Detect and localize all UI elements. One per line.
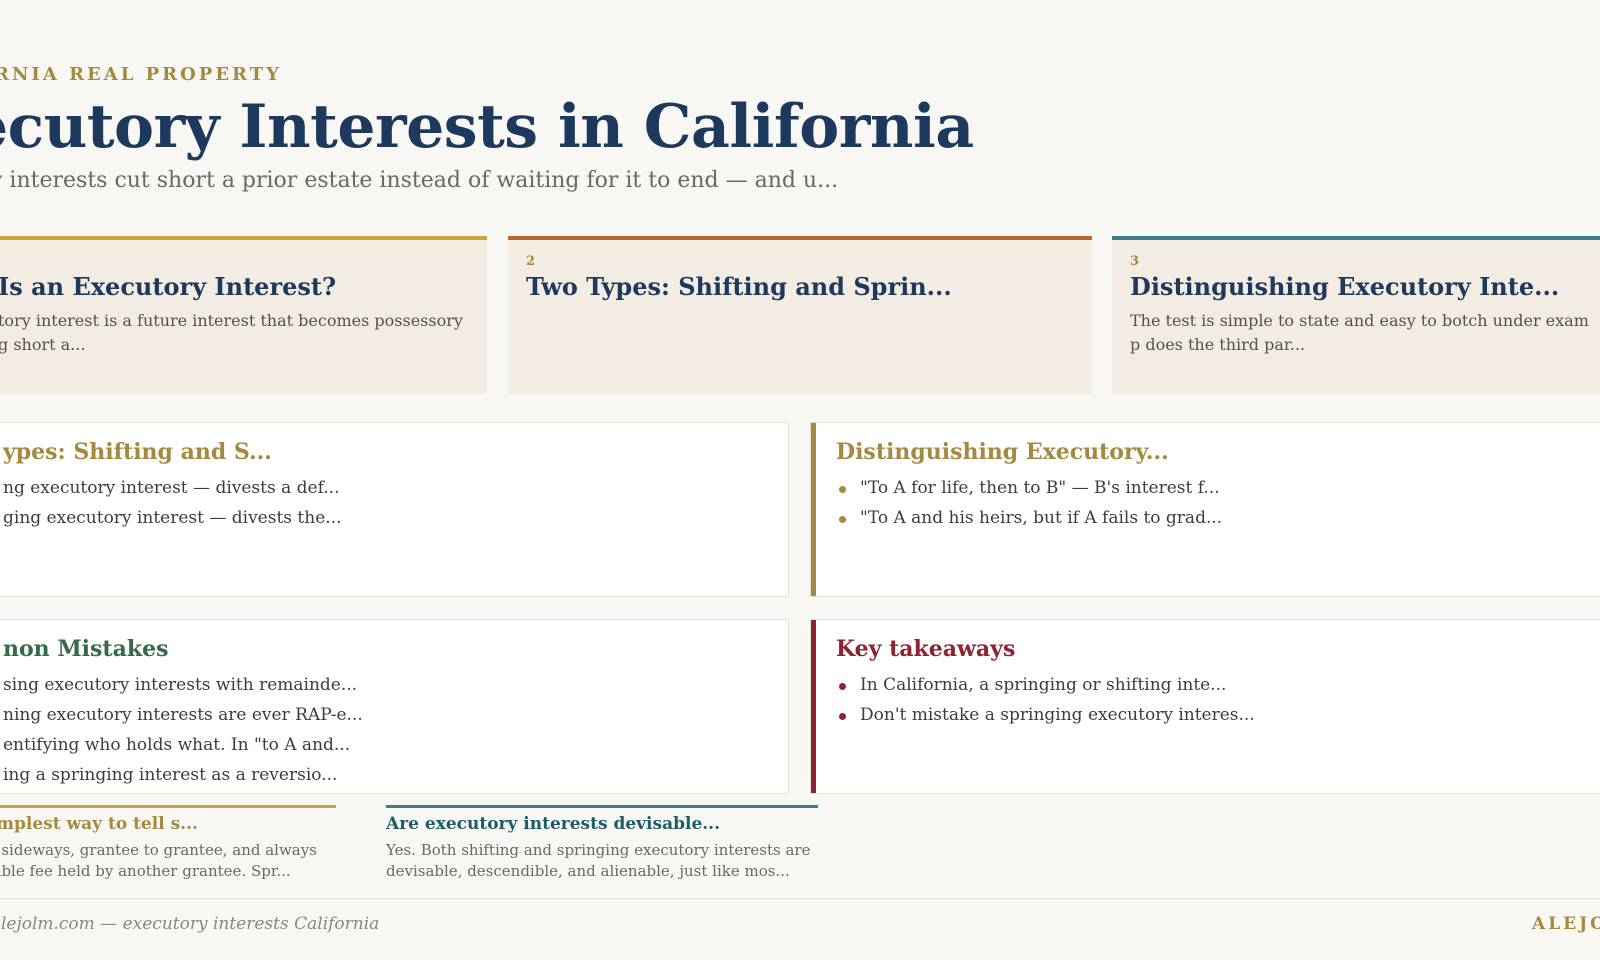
section-number bbox=[0, 254, 469, 270]
types-panel: ypes: Shifting and S... ng executory int… bbox=[0, 422, 789, 597]
page: RNIA REAL PROPERTY ecutory Interests in … bbox=[0, 0, 1600, 960]
list-item: "To A and his heirs, but if A fails to g… bbox=[836, 503, 1599, 533]
faq-answer: Yes. Both shifting and springing executo… bbox=[386, 841, 811, 880]
types-list: ng executory interest — divests a def...… bbox=[3, 473, 766, 533]
section-card-2[interactable]: 2 Two Types: Shifting and Sprin... bbox=[508, 236, 1092, 394]
panel-title: Key takeaways bbox=[836, 636, 1016, 662]
faq-question: simplest way to tell s... bbox=[0, 814, 198, 834]
panel-title: ypes: Shifting and S... bbox=[3, 439, 272, 465]
panel-title: non Mistakes bbox=[3, 636, 169, 662]
list-item: In California, a springing or shifting i… bbox=[836, 670, 1599, 700]
bullet-icon bbox=[839, 713, 846, 720]
section-card-1[interactable]: Is an Executory Interest? tory interest … bbox=[0, 236, 487, 394]
distinguishing-list: "To A for life, then to B" — B's interes… bbox=[836, 473, 1599, 533]
page-subtitle: y interests cut short a prior estate ins… bbox=[0, 168, 839, 193]
distinguishing-panel: Distinguishing Executory... "To A for li… bbox=[810, 422, 1600, 597]
section-title: Two Types: Shifting and Sprin... bbox=[526, 272, 952, 301]
page-title: ecutory Interests in California bbox=[0, 92, 974, 162]
section-summary: The test is simple to state and easy to … bbox=[1130, 311, 1589, 354]
panel-title: Distinguishing Executory... bbox=[836, 439, 1169, 465]
section-title: Is an Executory Interest? bbox=[0, 272, 337, 301]
list-item: Don't mistake a springing executory inte… bbox=[836, 700, 1599, 730]
list-item-text: Don't mistake a springing executory inte… bbox=[860, 705, 1255, 725]
footer-divider bbox=[0, 898, 1600, 899]
takeaways-list: In California, a springing or shifting i… bbox=[836, 670, 1599, 730]
list-item-text: "To A and his heirs, but if A fails to g… bbox=[860, 508, 1223, 528]
eyebrow-label: RNIA REAL PROPERTY bbox=[0, 64, 282, 85]
section-summary: tory interest is a future interest that … bbox=[0, 311, 463, 354]
faq-item-2[interactable]: Are executory interests devisable... Yes… bbox=[386, 805, 818, 882]
list-item-text: In California, a springing or shifting i… bbox=[860, 675, 1227, 695]
section-card-3[interactable]: 3 Distinguishing Executory Inte... The t… bbox=[1112, 236, 1600, 394]
list-item: ing a springing interest as a reversio..… bbox=[3, 765, 338, 785]
list-item-text: "To A for life, then to B" — B's interes… bbox=[860, 478, 1220, 498]
section-title: Distinguishing Executory Inte... bbox=[1130, 272, 1560, 301]
list-item: ning executory interests are ever RAP-e.… bbox=[3, 705, 363, 725]
list-item: "To A for life, then to B" — B's interes… bbox=[836, 473, 1599, 503]
list-item: ging executory interest — divests the... bbox=[3, 508, 342, 528]
accent-bar bbox=[811, 620, 816, 793]
bullet-icon bbox=[839, 683, 846, 690]
mistakes-list: sing executory interests with remainde..… bbox=[3, 670, 766, 790]
faq-item-1[interactable]: simplest way to tell s... es sideways, g… bbox=[0, 805, 336, 882]
list-item: sing executory interests with remainde..… bbox=[3, 675, 358, 695]
takeaways-panel: Key takeaways In California, a springing… bbox=[810, 619, 1600, 794]
accent-bar bbox=[811, 423, 816, 596]
faq-question: Are executory interests devisable... bbox=[386, 814, 721, 834]
faq-answer: es sideways, grantee to grantee, and alw… bbox=[0, 841, 317, 880]
list-item: entifying who holds what. In "to A and..… bbox=[3, 735, 351, 755]
list-item: ng executory interest — divests a def... bbox=[3, 478, 340, 498]
mistakes-panel: non Mistakes sing executory interests wi… bbox=[0, 619, 789, 794]
bullet-icon bbox=[839, 486, 846, 493]
section-number: 3 bbox=[1130, 254, 1140, 269]
footer-brand: ALEJO bbox=[1532, 914, 1600, 934]
footer-credit[interactable]: · alejolm.com — executory interests Cali… bbox=[0, 914, 379, 934]
bullet-icon bbox=[839, 516, 846, 523]
section-number: 2 bbox=[526, 254, 536, 269]
